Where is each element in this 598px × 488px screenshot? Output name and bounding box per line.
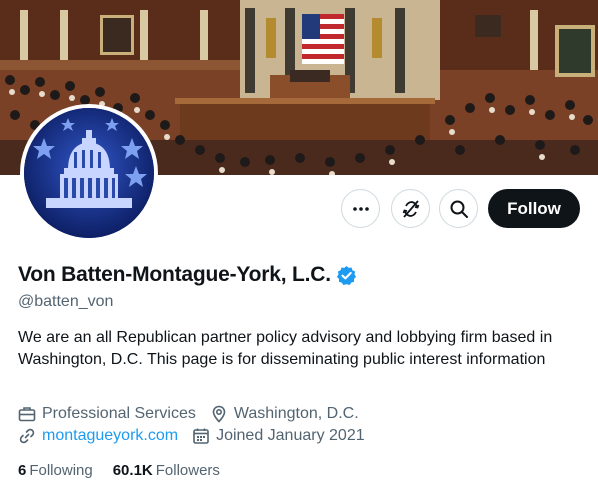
following-link[interactable]: 6 Following <box>18 462 93 479</box>
followers-count: 60.1K <box>112 462 153 479</box>
display-name: Von Batten-Montague-York, L.C. <box>18 263 331 286</box>
link-icon <box>19 428 35 444</box>
subscribe-off-icon <box>402 199 419 218</box>
capitol-logo-icon <box>24 108 154 238</box>
following-label: Following <box>29 462 93 479</box>
profile-location: Washington, D.C. <box>210 405 359 423</box>
search-button[interactable] <box>439 189 478 228</box>
website-link[interactable]: montagueyork.com <box>42 427 178 445</box>
category-label: Professional Services <box>42 405 196 422</box>
profile-name-row: Von Batten-Montague-York, L.C. <box>18 263 357 287</box>
follow-button[interactable]: Follow <box>488 189 580 228</box>
calendar-icon <box>193 428 209 444</box>
location-label: Washington, D.C. <box>233 405 359 422</box>
profile-meta-row: Professional Services Washington, D.C. <box>18 405 373 423</box>
profile-avatar[interactable] <box>20 104 158 242</box>
more-button[interactable] <box>341 189 380 228</box>
profile-bio: We are an all Republican partner policy … <box>18 329 553 368</box>
search-icon <box>450 200 468 218</box>
profile-meta-row-2: montagueyork.com Joined January 2021 <box>18 427 379 445</box>
location-pin-icon <box>212 405 226 423</box>
profile-category: Professional Services <box>18 405 196 423</box>
profile-joined: Joined January 2021 <box>192 427 365 445</box>
following-count: 6 <box>18 462 27 479</box>
followers-label: Followers <box>155 462 220 479</box>
followers-link[interactable]: 60.1K Followers <box>113 462 220 479</box>
profile-handle: @batten_von <box>18 293 114 310</box>
briefcase-icon <box>18 407 36 422</box>
verified-badge-icon[interactable] <box>336 265 357 286</box>
joined-label: Joined January 2021 <box>216 427 365 444</box>
profile-website[interactable]: montagueyork.com <box>18 427 178 445</box>
subscribe-button[interactable] <box>391 189 430 228</box>
profile-stats: 6 Following 60.1K Followers <box>18 462 240 479</box>
more-horizontal-icon <box>352 206 369 211</box>
